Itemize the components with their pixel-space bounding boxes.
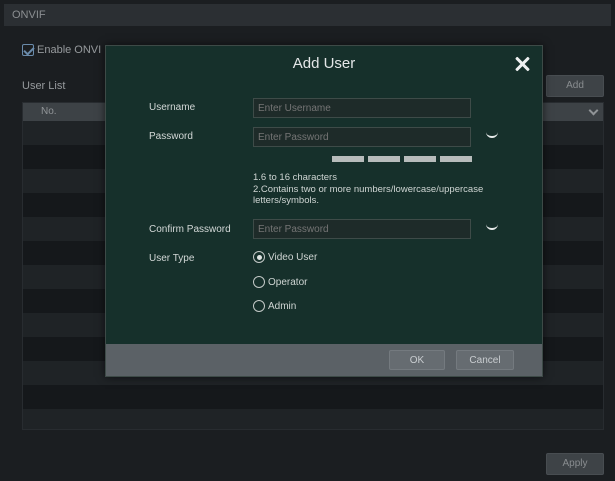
password-hint: 1.6 to 16 characters 2.Contains two or m… <box>253 172 533 207</box>
close-icon[interactable] <box>514 56 530 72</box>
password-strength-meter <box>332 156 472 162</box>
ok-button[interactable]: OK <box>389 350 445 370</box>
onvif-settings-page: ONVIF Enable ONVI User List Add No. Appl… <box>0 0 615 481</box>
confirm-password-label: Confirm Password <box>149 224 231 235</box>
user-type-video-user[interactable]: Video User <box>253 251 317 263</box>
username-input[interactable] <box>253 98 471 118</box>
password-label: Password <box>149 131 193 142</box>
strength-segment <box>404 156 436 162</box>
user-type-option-label: Admin <box>268 300 297 312</box>
radio-unchecked-icon[interactable] <box>253 276 265 288</box>
add-user-dialog: Add User Username Password 1.6 to 16 cha… <box>105 45 543 377</box>
strength-segment <box>368 156 400 162</box>
user-type-option-label: Operator <box>268 276 308 288</box>
username-label: Username <box>149 102 196 113</box>
cancel-button[interactable]: Cancel <box>456 350 514 370</box>
password-input[interactable] <box>253 127 471 147</box>
show-confirm-password-eye-icon[interactable] <box>486 224 498 230</box>
hint-line-1: 1.6 to 16 characters <box>253 172 337 183</box>
user-type-label: User Type <box>149 253 195 264</box>
strength-segment <box>332 156 364 162</box>
dialog-title: Add User <box>292 55 356 72</box>
dialog-footer: OK Cancel <box>106 344 542 376</box>
radio-checked-icon[interactable] <box>253 251 265 263</box>
show-password-eye-icon[interactable] <box>486 132 498 138</box>
user-type-admin[interactable]: Admin <box>253 300 296 312</box>
hint-line-2: 2.Contains two or more numbers/lowercase… <box>253 183 484 207</box>
confirm-password-input[interactable] <box>253 219 471 239</box>
user-type-operator[interactable]: Operator <box>253 276 307 288</box>
user-type-option-label: Video User <box>268 251 318 263</box>
strength-segment <box>440 156 472 162</box>
radio-unchecked-icon[interactable] <box>253 300 265 312</box>
